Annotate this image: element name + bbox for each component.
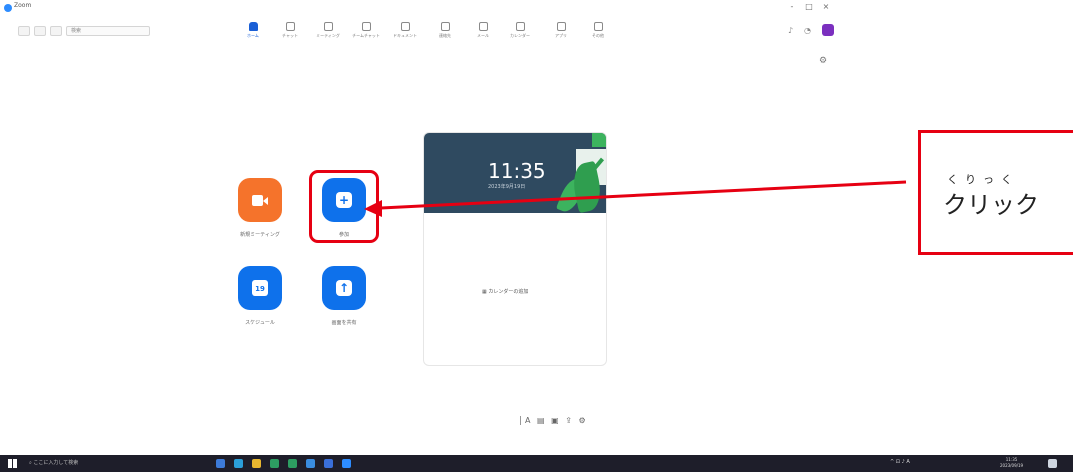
video-camera-icon bbox=[252, 194, 268, 206]
share-screen-button[interactable]: ↑ 画面を共有 bbox=[314, 266, 374, 326]
tab-1[interactable]: チャット bbox=[275, 22, 305, 46]
tab-5[interactable]: 連絡先 bbox=[430, 22, 460, 46]
tab-label: 連絡先 bbox=[439, 33, 451, 38]
taskbar-clock[interactable]: 11:35 2023/09/19 bbox=[1000, 457, 1023, 469]
calendar-card: 11:35 2023年9月19日 ▦ カレンダーの追加 bbox=[423, 132, 607, 366]
tab-6[interactable]: メール bbox=[468, 22, 498, 46]
font-size-icon[interactable]: A bbox=[525, 416, 532, 425]
minimize-button[interactable]: - bbox=[785, 2, 799, 11]
system-tray[interactable]: ^ ⊡ ♪ A bbox=[890, 459, 910, 465]
tab-icon bbox=[515, 22, 525, 31]
back-button[interactable] bbox=[18, 26, 30, 36]
tab-label: カレンダー bbox=[510, 33, 530, 38]
windows-taskbar: ⌕ ここに入力して検索 ^ ⊡ ♪ A 11:35 2023/09/19 bbox=[0, 455, 1073, 472]
tab-icon bbox=[323, 22, 333, 31]
title-bar: Zoom - □ × bbox=[0, 0, 1073, 16]
tab-7[interactable]: カレンダー bbox=[505, 22, 535, 46]
tab-4[interactable]: ドキュメント bbox=[390, 22, 420, 46]
zoom-taskbar-icon[interactable] bbox=[342, 459, 351, 468]
tab-9[interactable]: その他 bbox=[583, 22, 613, 46]
forward-button[interactable] bbox=[34, 26, 46, 36]
status-icon[interactable]: ◔ bbox=[804, 26, 811, 35]
tab-label: アプリ bbox=[555, 33, 567, 38]
tab-3[interactable]: チームチャット bbox=[351, 22, 381, 46]
schedule-tile[interactable]: 19 bbox=[238, 266, 282, 310]
tab-8[interactable]: アプリ bbox=[546, 22, 576, 46]
gear-icon[interactable]: ⚙ bbox=[819, 56, 827, 66]
app-icon[interactable] bbox=[288, 459, 297, 468]
tab-icon bbox=[593, 22, 603, 31]
settings-icon[interactable]: ⚙ bbox=[579, 416, 588, 425]
callout-text: クリック bbox=[943, 191, 1039, 219]
tab-icon bbox=[556, 22, 566, 31]
app-icon[interactable] bbox=[324, 459, 333, 468]
tab-label: ミーティング bbox=[316, 33, 340, 38]
tab-icon bbox=[248, 22, 258, 31]
top-toolbar bbox=[0, 16, 1073, 56]
tab-2[interactable]: ミーティング bbox=[313, 22, 343, 46]
share-screen-label: 画面を共有 bbox=[331, 320, 357, 326]
upload-arrow-icon: ↑ bbox=[336, 280, 352, 296]
bottom-controls: A ▤ ▣ ⇪ ⚙ bbox=[520, 416, 588, 425]
taskbar-search-label: ここに入力して検索 bbox=[33, 460, 79, 466]
tab-label: ホーム bbox=[247, 33, 259, 38]
app-icon[interactable] bbox=[270, 459, 279, 468]
image-icon[interactable]: ▣ bbox=[551, 416, 561, 425]
tab-icon bbox=[361, 22, 371, 31]
click-callout: くりっく クリック bbox=[918, 130, 1073, 255]
zoom-logo-icon bbox=[4, 4, 12, 12]
tab-label: メール bbox=[477, 33, 489, 38]
task-view-icon[interactable] bbox=[216, 459, 225, 468]
tab-label: ドキュメント bbox=[393, 33, 417, 38]
new-meeting-label: 新規ミーティング bbox=[240, 232, 280, 238]
history-button[interactable] bbox=[50, 26, 62, 36]
avatar[interactable] bbox=[822, 24, 834, 36]
share-icon[interactable]: ⇪ bbox=[565, 416, 574, 425]
new-meeting-tile[interactable] bbox=[238, 178, 282, 222]
decor-green-tab bbox=[592, 133, 606, 147]
tab-icon bbox=[285, 22, 295, 31]
notification-center-icon[interactable] bbox=[1048, 459, 1057, 468]
edge-icon[interactable] bbox=[234, 459, 243, 468]
add-calendar-link[interactable]: ▦ カレンダーの追加 bbox=[482, 288, 528, 295]
join-highlight-box bbox=[309, 170, 379, 243]
app-icon[interactable] bbox=[306, 459, 315, 468]
tab-0[interactable]: ホーム bbox=[238, 22, 268, 46]
add-calendar-label: カレンダーの追加 bbox=[488, 289, 529, 295]
tab-label: チームチャット bbox=[352, 33, 380, 38]
new-meeting-button[interactable]: 新規ミーティング bbox=[230, 178, 290, 238]
tab-icon bbox=[478, 22, 488, 31]
taskbar-search-input[interactable]: ⌕ ここに入力して検索 bbox=[26, 458, 176, 469]
schedule-label: スケジュール bbox=[245, 320, 275, 326]
share-screen-tile[interactable]: ↑ bbox=[322, 266, 366, 310]
search-input[interactable]: 検索 bbox=[66, 26, 150, 36]
schedule-button[interactable]: 19 スケジュール bbox=[230, 266, 290, 326]
explorer-icon[interactable] bbox=[252, 459, 261, 468]
clock-date: 2023/09/19 bbox=[1000, 463, 1024, 468]
calendar-card-header: 11:35 2023年9月19日 bbox=[424, 133, 606, 216]
maximize-button[interactable]: □ bbox=[802, 2, 816, 11]
close-button[interactable]: × bbox=[819, 2, 833, 11]
tab-label: その他 bbox=[592, 33, 604, 38]
windows-start-icon[interactable] bbox=[8, 459, 17, 468]
layout-icon[interactable]: ▤ bbox=[537, 416, 547, 425]
window-title: Zoom bbox=[14, 2, 32, 9]
tab-label: チャット bbox=[282, 33, 298, 38]
current-time: 11:35 bbox=[488, 159, 546, 183]
notification-icon[interactable]: ♪ bbox=[788, 26, 793, 35]
tab-icon bbox=[400, 22, 410, 31]
tab-icon bbox=[440, 22, 450, 31]
current-date: 2023年9月19日 bbox=[488, 184, 526, 190]
calendar-icon: 19 bbox=[252, 280, 268, 296]
